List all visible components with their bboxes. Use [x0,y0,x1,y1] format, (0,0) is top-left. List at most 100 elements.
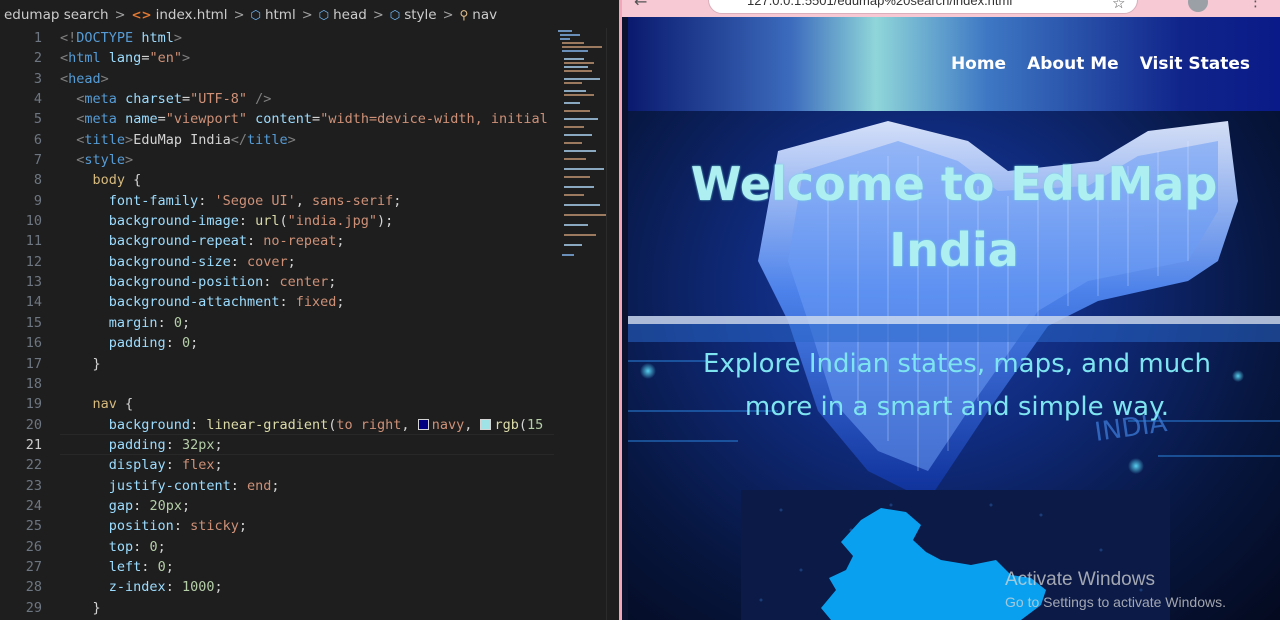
chevron-right-icon: > [442,7,454,23]
code-line: background-repeat: no-repeat; [108,233,345,250]
code-line: nav { [92,396,134,413]
breadcrumb-label: edumap search [4,7,109,23]
breadcrumb-label: style [404,7,437,23]
line-number: 8 [33,172,42,189]
code-line: background: linear-gradient(to right, na… [108,416,544,433]
site-navbar: Home About Me Visit States [628,17,1280,111]
line-number: 15 [25,314,42,331]
hero-section: INDIA Welcome to EduMap India Explore In… [628,111,1280,620]
hero-subtitle: Explore Indian states, maps, and much mo… [703,349,1211,422]
code-line: gap: 20px; [108,497,191,514]
line-number: 13 [25,274,42,291]
breadcrumb-item-html[interactable]: ⬡ html [250,7,295,23]
line-number: 25 [25,518,42,535]
line-number: 23 [25,477,42,494]
line-number-active: 21 [25,436,42,453]
line-number: 26 [25,538,42,555]
code-text-area[interactable]: <!DOCTYPE html> <html lang="en"> <head> … [60,28,554,618]
code-line: <!DOCTYPE html> [60,30,182,46]
breadcrumb-item-style[interactable]: ⬡ style [390,7,437,23]
chevron-right-icon: > [233,7,245,23]
breadcrumb-item-file[interactable]: <> index.html [131,7,227,23]
line-number: 2 [33,50,42,67]
line-number: 24 [25,497,42,514]
code-line: background-attachment: fixed; [108,294,345,311]
cube-icon: ⬡ [250,8,261,22]
code-line: justify-content: end; [108,477,280,494]
browser-window: ← 127.0.0.1:5501/edumap%20search/index.h… [622,0,1280,620]
line-number: 18 [25,375,42,392]
breadcrumb-item-head[interactable]: ⬡ head [319,7,367,23]
code-editor[interactable]: edumap search > <> index.html > ⬡ html > ⬡… [0,0,621,620]
code-line: font-family: 'Segoe UI', sans-serif; [108,192,402,209]
line-number: 14 [25,294,42,311]
code-line: <html lang="en"> [60,50,191,67]
breadcrumb-label: nav [472,7,498,23]
line-number: 16 [25,335,42,352]
line-number: 19 [25,396,42,413]
code-line: padding: 0; [108,335,199,352]
code-line: background-image: url("india.jpg"); [108,213,394,230]
line-number: 7 [33,152,42,169]
breadcrumb-label: index.html [155,7,228,23]
line-number: 9 [33,192,42,209]
minimap[interactable] [556,28,608,260]
code-line-active: padding: 32px; [108,436,223,453]
breadcrumb-item-nav[interactable]: ⚲ nav [460,7,498,23]
code-line: <meta name="viewport" content="width=dev… [76,111,548,128]
code-line: body { [92,172,142,189]
breadcrumb-label: html [264,7,296,23]
code-line: background-size: cover; [108,253,296,270]
code-line: } [92,355,101,372]
line-number: 22 [25,457,42,474]
line-number: 5 [33,111,42,128]
color-swatch-navy[interactable] [417,418,429,430]
editor-scrollbar[interactable] [606,28,620,620]
breadcrumb-item-folder[interactable]: edumap search [4,7,109,23]
code-line: margin: 0; [108,314,191,331]
chevron-right-icon: > [301,7,313,23]
line-number: 20 [25,416,42,433]
color-swatch-aqua[interactable] [480,418,492,430]
line-number: 11 [25,233,42,250]
cube-icon: ⬡ [318,8,330,22]
line-number: 27 [25,558,42,575]
code-line: <meta charset="UTF-8" /> [76,91,272,108]
activate-windows-watermark: Activate Windows Go to Settings to activ… [1005,569,1226,610]
line-number: 12 [25,253,42,270]
more-menu-icon[interactable]: ⋮ [1248,0,1263,10]
code-line: top: 0; [108,538,166,555]
code-line: z-index: 1000; [108,579,223,596]
browser-toolbar: ← 127.0.0.1:5501/edumap%20search/index.h… [622,0,1280,17]
code-line: <title>EduMap India</title> [76,131,296,148]
line-number: 10 [25,213,42,230]
bookmark-star-icon[interactable]: ☆ [1112,0,1125,12]
code-line: } [92,599,101,616]
line-number: 29 [25,599,42,616]
hero-title: Welcome to EduMap India [690,157,1218,277]
nav-link-home[interactable]: Home [951,54,1006,74]
address-bar[interactable]: 127.0.0.1:5501/edumap%20search/index.htm… [708,0,1138,14]
nav-link-about-me[interactable]: About Me [1027,54,1119,74]
breadcrumb-label: head [333,7,367,23]
line-number: 17 [25,355,42,372]
line-number: 4 [33,91,42,108]
html-file-icon: <> [131,8,152,22]
cube-icon: ⬡ [389,8,401,22]
selector-icon: ⚲ [459,8,469,22]
line-number-gutter: 1 2 3 4 5 6 7 8 9 10 11 12 13 14 15 16 1… [0,28,42,618]
code-line: background-position: center; [108,274,337,291]
line-number: 3 [33,70,42,87]
code-line: position: sticky; [108,518,247,535]
back-arrow-icon[interactable]: ← [634,0,647,11]
watermark-title: Activate Windows [1005,569,1155,590]
breadcrumb: edumap search > <> index.html > ⬡ html > ⬡… [0,0,621,30]
code-line: left: 0; [108,558,174,575]
profile-avatar-icon[interactable] [1188,0,1208,12]
chevron-right-icon: > [114,7,126,23]
code-line: display: flex; [108,457,223,474]
code-line: <head> [60,70,109,87]
nav-link-visit-states[interactable]: Visit States [1140,54,1250,74]
chevron-right-icon: > [372,7,384,23]
